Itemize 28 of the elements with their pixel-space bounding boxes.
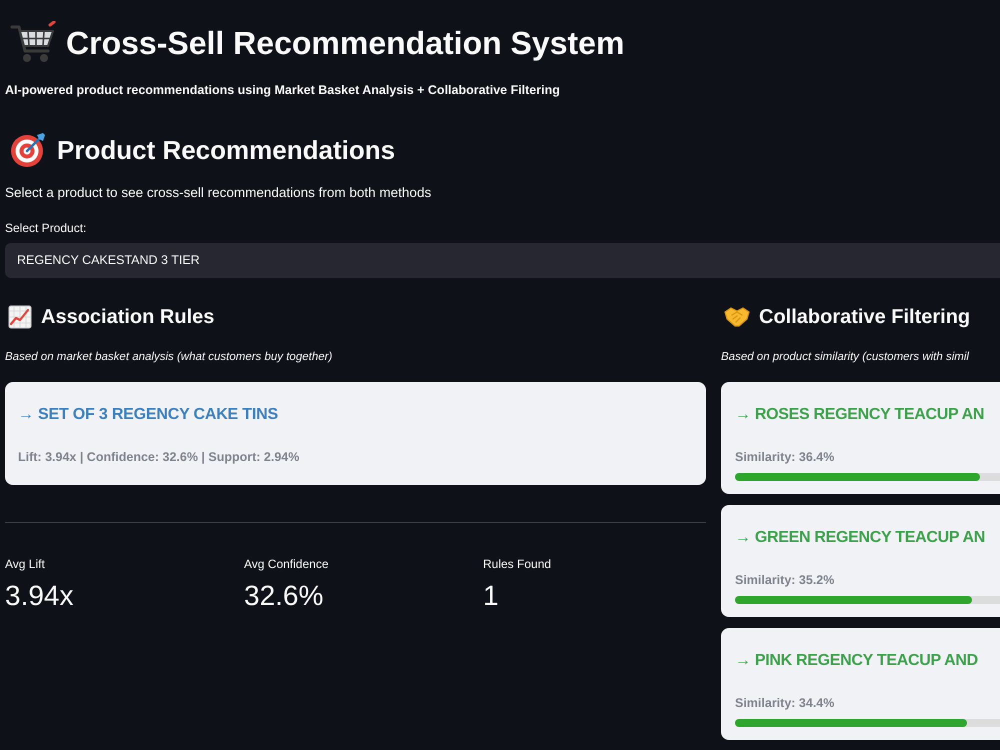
metric-value: 1 [483, 580, 499, 612]
select-label: Select Product: [5, 220, 86, 236]
page-subtitle: AI-powered product recommendations using Market Basket Analysis + Collaborative Filtering [5, 82, 560, 99]
handshake-icon [724, 306, 750, 328]
similarity-label: Similarity: 36.4% [735, 449, 834, 465]
metric-label: Rules Found [483, 556, 552, 572]
chart-increasing-icon [8, 305, 32, 329]
section-description: Based on product similarity (customers with simil [721, 350, 969, 365]
recommendation-title: → SET OF 3 REGENCY CAKE TINS [18, 405, 278, 425]
section-heading: Collaborative Filtering [759, 305, 970, 330]
metric-label: Avg Confidence [244, 556, 329, 572]
rule-stats: Lift: 3.94x | Confidence: 32.6% | Support: 2.94% [18, 449, 300, 465]
section-heading: Association Rules [41, 305, 214, 330]
similarity-label: Similarity: 35.2% [735, 572, 834, 588]
metric-value: 32.6% [244, 580, 324, 612]
recommendation-title: → GREEN REGENCY TEACUP AN [735, 528, 986, 548]
section-heading: Product Recommendations [57, 134, 396, 167]
section-description: Select a product to see cross-sell recommendations from both methods [5, 184, 432, 202]
recommendation-title: → PINK REGENCY TEACUP AND [735, 651, 978, 671]
metric-label: Avg Lift [5, 556, 45, 572]
page-title: Cross-Sell Recommendation System [66, 24, 624, 63]
product-select[interactable]: REGENCY CAKESTAND 3 TIER [5, 243, 1000, 278]
shopping-cart-icon [10, 21, 56, 65]
target-icon [10, 132, 46, 168]
metric-value: 3.94x [5, 580, 74, 612]
similarity-label: Similarity: 34.4% [735, 695, 834, 711]
section-description: Based on market basket analysis (what customers buy together) [5, 350, 332, 365]
recommendation-title: → ROSES REGENCY TEACUP AN [735, 405, 984, 425]
